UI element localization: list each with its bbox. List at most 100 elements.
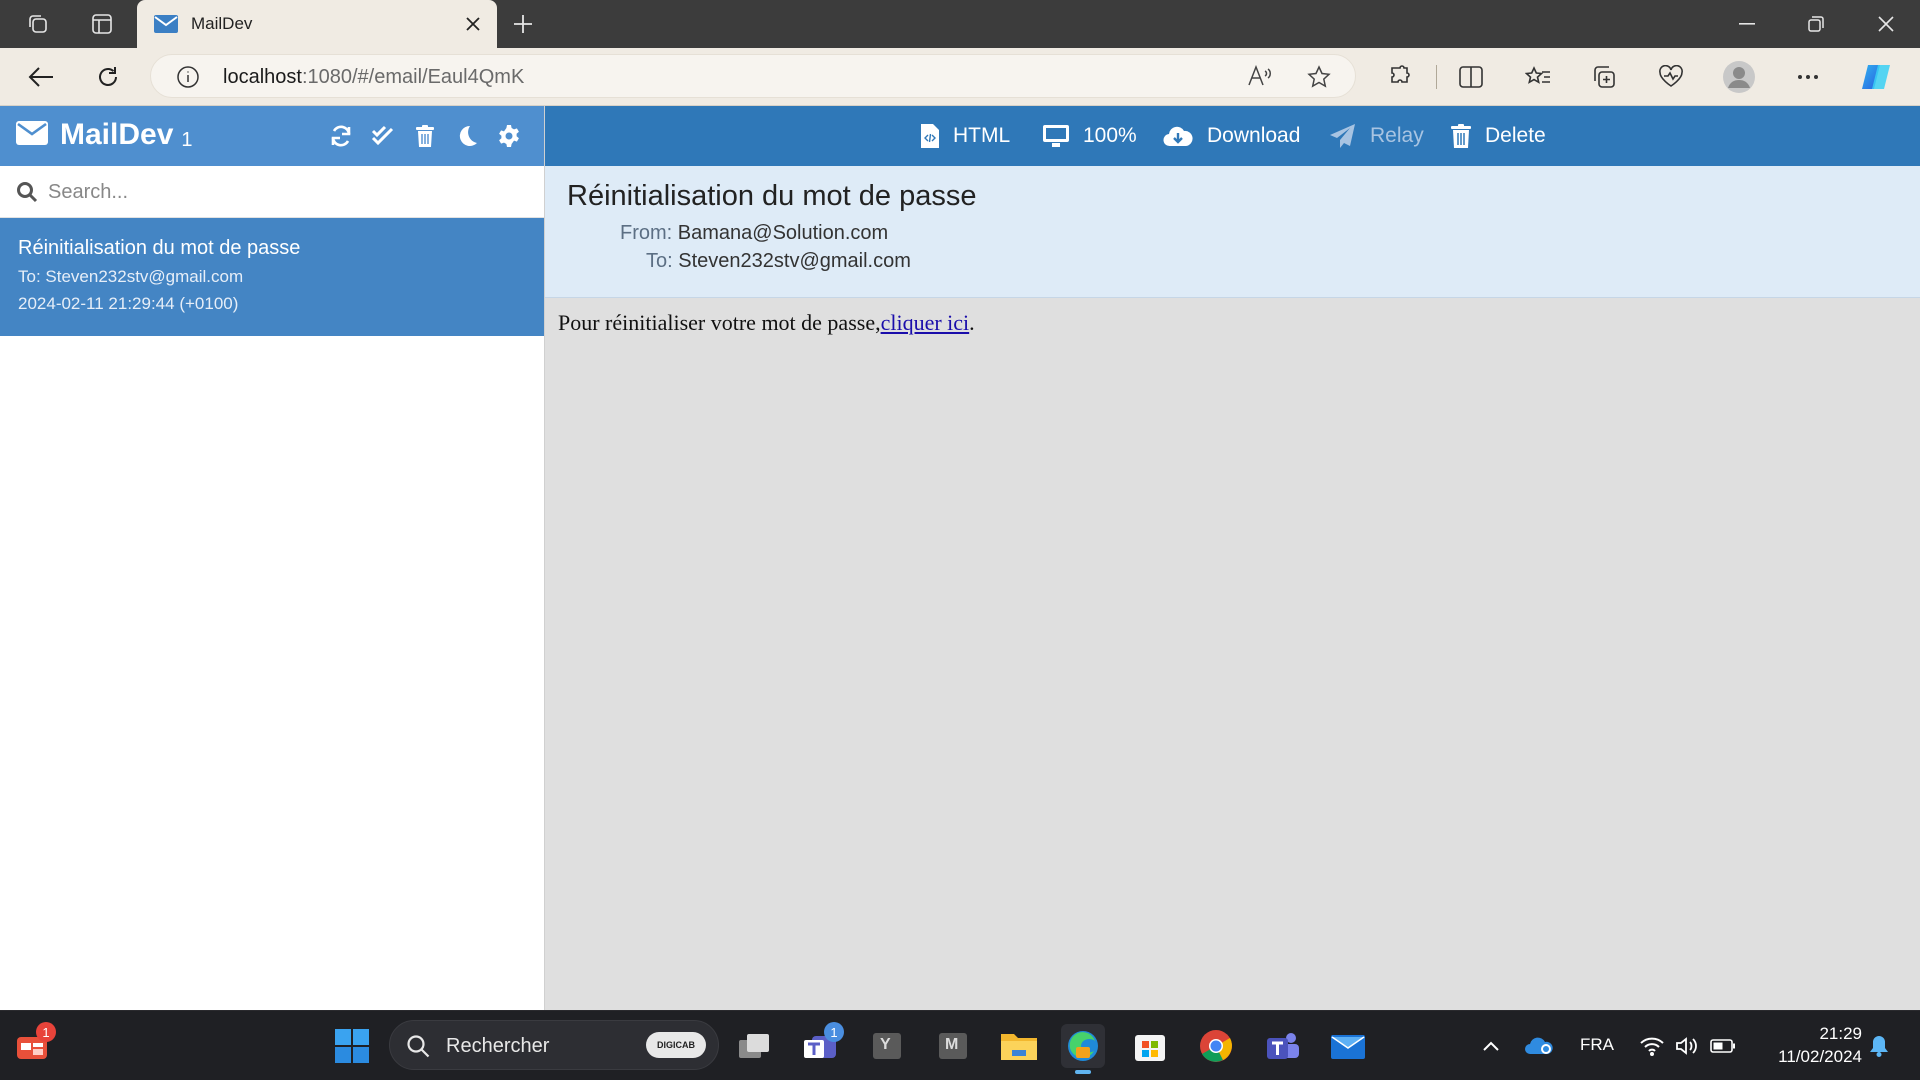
task-view-icon[interactable]	[732, 1024, 776, 1068]
notification-bell-icon[interactable]	[1857, 1024, 1901, 1068]
copilot-icon[interactable]	[1858, 59, 1894, 95]
file-explorer-icon[interactable]	[997, 1024, 1041, 1068]
taskbar-search[interactable]: Rechercher DIGICAB	[389, 1020, 719, 1070]
url-host: localhost	[223, 66, 302, 88]
extensions-icon[interactable]	[1382, 59, 1418, 95]
app-brand[interactable]: MailDev 1	[16, 118, 193, 152]
email-header: Réinitialisation du mot de passe From: B…	[545, 166, 1920, 298]
browser-tab-strip: MailDev	[0, 0, 1920, 48]
to-label: To:	[646, 250, 673, 272]
settings-gear-icon[interactable]	[488, 122, 530, 150]
email-to-row: To: Steven232stv@gmail.com	[646, 250, 911, 273]
mail-favicon-icon	[154, 15, 178, 33]
html-label: HTML	[953, 124, 1011, 147]
code-file-icon	[921, 124, 939, 148]
favorites-icon[interactable]	[1520, 59, 1556, 95]
read-aloud-icon[interactable]	[1247, 65, 1273, 87]
microsoft-store-icon[interactable]	[1128, 1024, 1172, 1068]
tab-actions-icon[interactable]	[84, 6, 120, 42]
zoom-label: 100%	[1083, 124, 1137, 147]
monitor-icon	[1043, 125, 1069, 147]
email-body: Pour réinitialiser votre mot de passe,cl…	[545, 298, 1920, 1008]
clock-date: 11/02/2024	[1778, 1047, 1862, 1066]
from-label: From:	[620, 222, 673, 244]
tab-maildev[interactable]: MailDev	[137, 0, 497, 48]
download-label: Download	[1207, 124, 1301, 147]
favorite-star-icon[interactable]	[1307, 65, 1331, 89]
new-tab-icon[interactable]	[505, 6, 541, 42]
url-path: :1080/#/email/Eaul4QmK	[301, 66, 525, 88]
battery-icon[interactable]	[1701, 1024, 1745, 1068]
close-window-icon[interactable]	[1852, 0, 1920, 48]
browser-toolbar: localhost:1080/#/email/Eaul4QmK	[0, 48, 1920, 106]
app-name: MailDev	[60, 118, 174, 151]
delete-all-icon[interactable]	[404, 122, 446, 150]
email-item-subject: Réinitialisation du mot de passe	[18, 237, 301, 259]
zoom-button[interactable]: 100%	[1043, 106, 1137, 166]
reset-password-link[interactable]: cliquer ici	[881, 310, 970, 335]
unread-count: 1	[181, 129, 193, 151]
restore-icon[interactable]	[1782, 0, 1850, 48]
teams-badge: 1	[824, 1022, 844, 1042]
app-y-icon[interactable]: Y	[865, 1024, 909, 1068]
mail-app-icon[interactable]	[1326, 1024, 1370, 1068]
minimize-icon[interactable]	[1713, 0, 1781, 48]
clock-time: 21:29	[1819, 1024, 1862, 1043]
email-subject: Réinitialisation du mot de passe	[567, 180, 977, 212]
tab-title: MailDev	[191, 14, 253, 33]
teams-classic-icon[interactable]	[1260, 1024, 1304, 1068]
split-screen-icon[interactable]	[1453, 59, 1489, 95]
email-view: HTML 100% Download Relay Delete Réinitia…	[545, 106, 1920, 1010]
onedrive-icon[interactable]	[1517, 1024, 1561, 1068]
email-item-date: 2024-02-11 21:29:44 (+0100)	[18, 294, 239, 313]
start-windows-icon[interactable]	[330, 1024, 374, 1068]
relay-button[interactable]: Relay	[1330, 106, 1424, 166]
delete-label: Delete	[1485, 124, 1546, 147]
site-info-icon[interactable]	[176, 65, 200, 89]
search-input[interactable]	[48, 178, 508, 206]
from-address[interactable]: Bamana@Solution.com	[678, 222, 888, 244]
body-end: .	[969, 310, 975, 335]
collections-icon[interactable]	[1586, 59, 1622, 95]
url-text: localhost:1080/#/email/Eaul4QmK	[223, 66, 524, 89]
refresh-icon[interactable]	[89, 59, 127, 95]
dark-mode-moon-icon[interactable]	[446, 122, 488, 150]
app-m-icon[interactable]: M	[931, 1024, 975, 1068]
teams-icon[interactable]: 1	[798, 1022, 844, 1068]
cloud-download-icon	[1163, 125, 1193, 147]
address-bar[interactable]: localhost:1080/#/email/Eaul4QmK	[150, 54, 1356, 98]
browser-essentials-icon[interactable]	[1653, 59, 1689, 95]
more-options-icon[interactable]	[1790, 59, 1826, 95]
workspaces-icon[interactable]	[20, 6, 56, 42]
search-bar	[0, 166, 544, 218]
windows-taskbar: 1 Rechercher DIGICAB 1 Y M FRA 21:29 11/…	[0, 1010, 1920, 1080]
email-item-recipient: To: Steven232stv@gmail.com	[18, 267, 244, 286]
tray-chevron-up-icon[interactable]	[1469, 1024, 1513, 1068]
edge-browser-icon[interactable]	[1061, 1024, 1105, 1074]
profile-avatar-icon[interactable]	[1721, 59, 1757, 95]
toolbar-separator	[1436, 65, 1437, 89]
search-highlight-chip: DIGICAB	[646, 1032, 706, 1058]
body-text: Pour réinitialiser votre mot de passe,	[558, 310, 881, 335]
refresh-emails-icon[interactable]	[320, 122, 362, 150]
email-toolbar: HTML 100% Download Relay Delete	[545, 106, 1920, 166]
delete-button[interactable]: Delete	[1451, 106, 1546, 166]
download-button[interactable]: Download	[1163, 106, 1300, 166]
mark-all-read-icon[interactable]	[362, 122, 404, 150]
close-tab-icon[interactable]	[459, 10, 487, 38]
paper-plane-icon	[1330, 124, 1356, 148]
back-icon[interactable]	[22, 59, 60, 95]
widgets-icon[interactable]: 1	[10, 1022, 56, 1068]
html-view-button[interactable]: HTML	[921, 106, 1010, 166]
to-address[interactable]: Steven232stv@gmail.com	[678, 250, 911, 272]
trash-icon	[1451, 124, 1471, 148]
email-list-item[interactable]: Réinitialisation du mot de passe To: Ste…	[0, 218, 544, 336]
email-from-row: From: Bamana@Solution.com	[620, 222, 888, 245]
taskbar-search-icon	[406, 1034, 430, 1058]
language-indicator[interactable]: FRA	[1580, 1035, 1614, 1055]
sidebar-header: MailDev 1	[0, 106, 544, 166]
sidebar-actions	[320, 122, 530, 150]
chrome-icon[interactable]	[1194, 1024, 1238, 1068]
system-clock[interactable]: 21:29 11/02/2024	[1778, 1022, 1862, 1068]
widgets-badge: 1	[36, 1022, 56, 1042]
